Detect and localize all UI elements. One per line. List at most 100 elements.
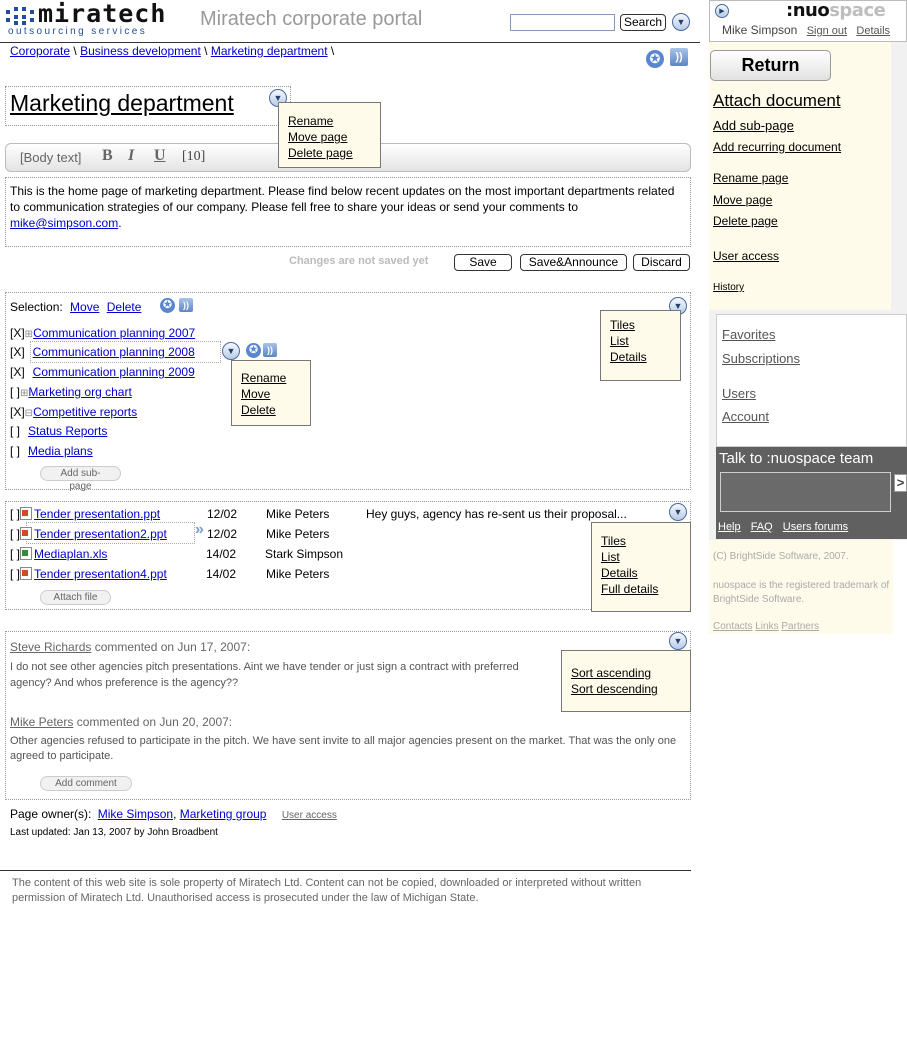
italic-button[interactable]: I <box>128 147 134 165</box>
breadcrumb-item-marketing-department[interactable]: Marketing department <box>211 44 328 58</box>
users-link[interactable]: Users <box>722 386 756 401</box>
owner-link-mike-simpson[interactable]: Mike Simpson <box>98 807 173 821</box>
subscriptions-link[interactable]: Subscriptions <box>722 351 800 366</box>
view-list[interactable]: List <box>601 549 681 565</box>
comment-author[interactable]: Steve Richards <box>10 640 91 654</box>
attach-document-link[interactable]: Attach document <box>713 91 841 111</box>
menu-item-move[interactable]: Move <box>241 386 301 402</box>
subpage-star-icon[interactable]: ✪ <box>246 343 261 358</box>
row-checkbox[interactable]: [X] <box>10 326 25 340</box>
talk-send-button[interactable]: > <box>894 474 907 492</box>
links-link[interactable]: Links <box>755 621 778 632</box>
subpage-link[interactable]: Communication planning 2009 <box>33 365 195 379</box>
menu-item-rename[interactable]: Rename <box>241 370 301 386</box>
files-view-chevron-down-icon[interactable]: ▼ <box>669 503 687 521</box>
menu-item-delete[interactable]: Delete <box>241 402 301 418</box>
rename-page-link[interactable]: Rename page <box>713 171 788 185</box>
return-button[interactable]: Return <box>710 50 831 81</box>
bold-button[interactable]: B <box>102 147 113 165</box>
row-checkbox[interactable]: [ ] <box>10 424 20 438</box>
subpage-rss-icon[interactable]: )) <box>263 343 277 357</box>
save-button[interactable]: Save <box>454 254 512 271</box>
account-link[interactable]: Account <box>722 409 769 424</box>
file-expand-arrows-icon[interactable]: » <box>195 521 204 539</box>
menu-item-rename[interactable]: Rename <box>288 113 371 129</box>
subpage-link[interactable]: Marketing org chart <box>28 385 131 399</box>
sign-out-link[interactable]: Sign out <box>807 25 847 37</box>
favorites-link[interactable]: Favorites <box>722 327 775 342</box>
view-full-details[interactable]: Full details <box>601 581 681 597</box>
delete-selection-link[interactable]: Delete <box>107 300 142 314</box>
sort-descending[interactable]: Sort descending <box>571 681 681 697</box>
file-link[interactable]: Tender presentation2.ppt <box>34 527 167 541</box>
view-details[interactable]: Details <box>601 565 681 581</box>
save-announce-button[interactable]: Save&Announce <box>520 254 627 271</box>
menu-item-delete-page[interactable]: Delete page <box>288 145 371 161</box>
history-link[interactable]: History <box>713 282 744 293</box>
subpage-link[interactable]: Communication planning 2007 <box>33 326 195 340</box>
menu-item-move-page[interactable]: Move page <box>288 129 371 145</box>
subpage-menu-chevron-down-icon[interactable]: ▼ <box>222 342 240 360</box>
search-options-chevron-down-icon[interactable]: ▼ <box>672 13 690 31</box>
subpage-link[interactable]: Communication planning 2008 <box>33 345 195 359</box>
collapse-icon[interactable]: ⊟ <box>25 408 33 419</box>
sidebar-play-icon[interactable]: ▶ <box>715 4 729 18</box>
selection-rss-icon[interactable]: )) <box>179 298 193 312</box>
delete-page-link[interactable]: Delete page <box>713 214 778 228</box>
breadcrumb-item-business-development[interactable]: Business development <box>80 44 201 58</box>
view-list[interactable]: List <box>610 333 671 349</box>
row-checkbox[interactable]: [X] <box>10 345 25 359</box>
comments-sort-chevron-down-icon[interactable]: ▼ <box>669 632 687 650</box>
row-checkbox[interactable]: [X] <box>10 405 25 419</box>
font-size-dropdown[interactable]: [10] <box>182 149 205 165</box>
row-checkbox[interactable]: [ ] <box>10 547 20 561</box>
sort-ascending[interactable]: Sort ascending <box>571 665 681 681</box>
rss-feed-icon[interactable]: )) <box>670 48 688 66</box>
contacts-link[interactable]: Contacts <box>713 621 752 632</box>
text-style-dropdown[interactable]: [Body text] <box>20 150 81 165</box>
selection-star-icon[interactable]: ✪ <box>160 298 175 313</box>
file-link[interactable]: Tender presentation.ppt <box>34 507 160 521</box>
favorite-star-icon[interactable]: ✪ <box>646 50 664 68</box>
row-checkbox[interactable]: [ ] <box>10 507 20 521</box>
comment-author[interactable]: Mike Peters <box>10 715 73 729</box>
search-button[interactable]: Search <box>620 14 666 31</box>
row-checkbox[interactable]: [ ] <box>10 385 20 399</box>
user-access-link[interactable]: User access <box>713 249 779 263</box>
move-selection-link[interactable]: Move <box>70 300 99 314</box>
subpage-link[interactable]: Status Reports <box>28 424 107 438</box>
row-checkbox[interactable]: [X] <box>10 365 25 379</box>
breadcrumb-item-corporate[interactable]: Coroporate <box>10 44 70 58</box>
add-recurring-document-link[interactable]: Add recurring document <box>713 140 841 154</box>
row-checkbox[interactable]: [ ] <box>10 567 20 581</box>
add-comment-button[interactable]: Add comment <box>40 776 132 791</box>
underline-button[interactable]: U <box>154 147 166 165</box>
email-link[interactable]: mike@simpson.com <box>10 216 118 230</box>
view-tiles[interactable]: Tiles <box>601 533 681 549</box>
search-input[interactable] <box>510 14 615 31</box>
ppt-icon <box>20 527 33 540</box>
talk-message-input[interactable] <box>720 472 891 512</box>
discard-button[interactable]: Discard <box>633 254 690 271</box>
file-link[interactable]: Mediaplan.xls <box>34 547 107 561</box>
help-link[interactable]: Help <box>718 521 741 533</box>
owner-link-marketing-group[interactable]: Marketing group <box>180 807 267 821</box>
faq-link[interactable]: FAQ <box>751 521 773 533</box>
partners-link[interactable]: Partners <box>781 621 819 632</box>
owner-user-access-link[interactable]: User access <box>282 810 337 821</box>
add-subpage-link[interactable]: Add sub-page <box>713 118 794 133</box>
view-details[interactable]: Details <box>610 349 671 365</box>
view-tiles[interactable]: Tiles <box>610 317 671 333</box>
move-page-link[interactable]: Move page <box>713 193 772 207</box>
row-checkbox[interactable]: [ ] <box>10 444 20 458</box>
add-subpage-button[interactable]: Add sub-page <box>40 466 121 492</box>
attach-file-button[interactable]: Attach file <box>40 590 111 605</box>
logo[interactable]: miratech outsourcing services <box>6 0 181 38</box>
subpage-link[interactable]: Media plans <box>28 444 93 458</box>
file-link[interactable]: Tender presentation4.ppt <box>34 567 167 581</box>
row-checkbox[interactable]: [ ] <box>10 527 20 541</box>
expand-icon[interactable]: ⊞ <box>25 329 33 340</box>
subpage-link[interactable]: Competitive reports <box>33 405 137 419</box>
users-forums-link[interactable]: Users forums <box>783 521 848 533</box>
user-details-link[interactable]: Details <box>856 25 890 37</box>
